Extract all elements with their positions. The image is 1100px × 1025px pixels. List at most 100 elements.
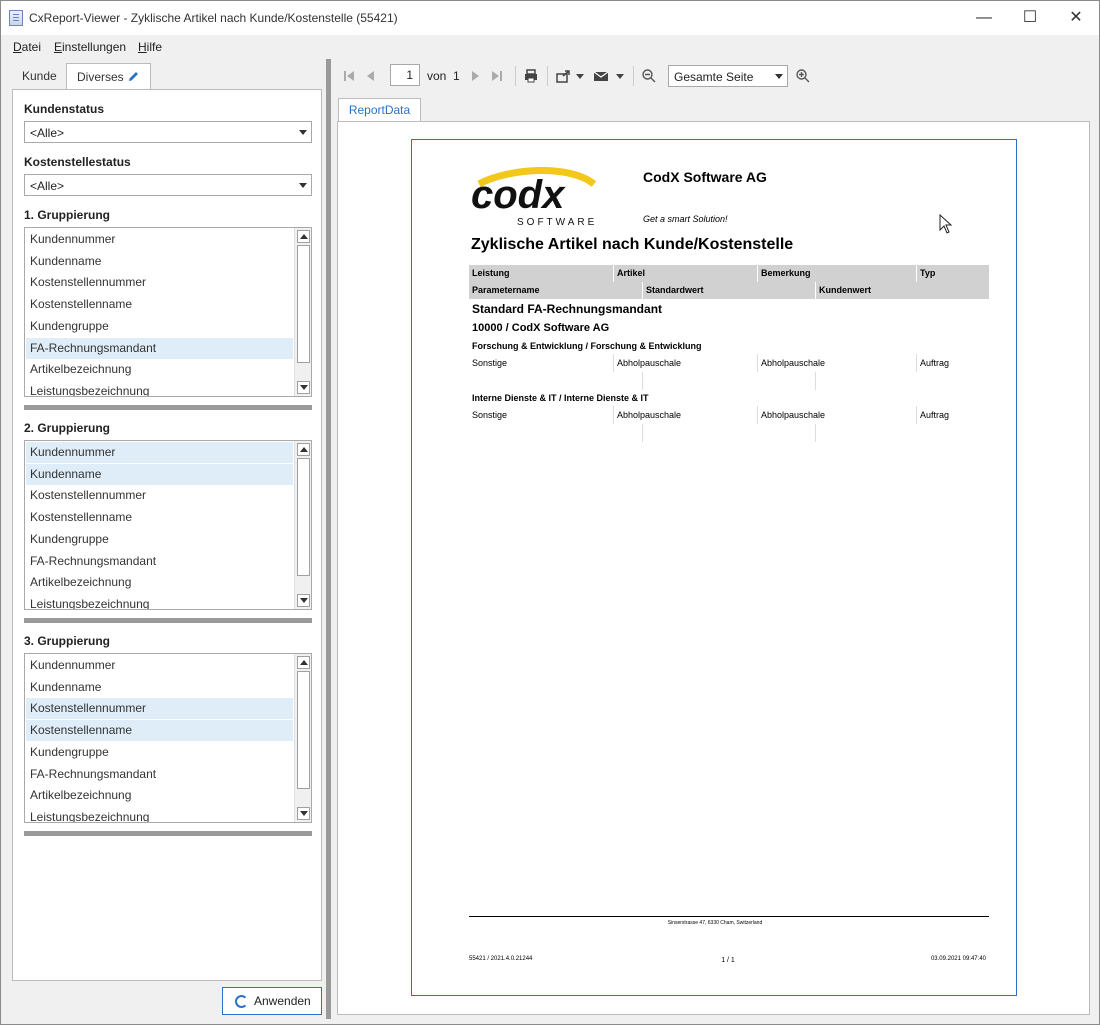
previous-page-icon[interactable]: [363, 68, 379, 84]
scroll-thumb[interactable]: [297, 458, 310, 576]
grouping-1-scrollbar[interactable]: [294, 228, 311, 396]
header-kundenwert: Kundenwert: [819, 285, 872, 295]
company-name: CodX Software AG: [643, 169, 767, 185]
cell-typ: Auftrag: [920, 358, 950, 368]
header-standardwert: Standardwert: [646, 285, 704, 295]
tab-reportdata[interactable]: ReportData: [338, 98, 421, 122]
scroll-down-icon[interactable]: [297, 594, 310, 607]
list-item[interactable]: Leistungsbezeichnung: [26, 807, 293, 822]
menu-datei[interactable]: Datei: [13, 40, 41, 54]
list-item[interactable]: Kostenstellenname: [26, 294, 293, 315]
tab-kunde[interactable]: Kunde: [12, 63, 67, 90]
slogan: Get a smart Solution!: [643, 214, 728, 224]
list-item[interactable]: Kundengruppe: [26, 742, 293, 763]
menu-hilfe[interactable]: Hilfe: [138, 40, 162, 54]
viewer-toolbar: 1 von 1 Gesamte Seite: [337, 63, 1097, 89]
grouping-1-splitter[interactable]: [24, 405, 312, 410]
chevron-down-icon: [299, 183, 307, 188]
menu-einstellungen[interactable]: Einstellungen: [54, 40, 126, 54]
grouping-2-splitter[interactable]: [24, 618, 312, 623]
kundenstatus-select[interactable]: <Alle>: [24, 121, 312, 143]
list-item[interactable]: FA-Rechnungsmandant: [26, 764, 293, 785]
grouping-2-label: 2. Gruppierung: [24, 421, 111, 435]
list-item[interactable]: Kundenname: [26, 251, 293, 272]
cell-leistung: Sonstige: [472, 358, 508, 368]
list-item[interactable]: Kundennummer: [26, 442, 293, 463]
export-dropdown-icon[interactable]: [575, 68, 585, 84]
list-item[interactable]: Artikelbezeichnung: [26, 359, 293, 380]
mail-dropdown-icon[interactable]: [615, 68, 625, 84]
footer-address: Sinserstrasse 47, 6330 Cham, Switzerland: [667, 920, 763, 926]
cell-divider: [815, 424, 816, 442]
scroll-thumb[interactable]: [297, 671, 310, 789]
list-item[interactable]: Leistungsbezeichnung: [26, 594, 293, 609]
close-button[interactable]: ✕: [1053, 1, 1099, 35]
section-title: Interne Dienste & IT / Interne Dienste &…: [472, 393, 649, 403]
cell-bemerkung: Abholpauschale: [761, 358, 826, 368]
grouping-1-label: 1. Gruppierung: [24, 208, 111, 222]
cell-divider: [613, 354, 614, 372]
apply-button[interactable]: Anwenden: [222, 987, 322, 1015]
mail-icon[interactable]: [593, 68, 609, 84]
zoom-out-icon[interactable]: [641, 68, 657, 84]
scroll-up-icon[interactable]: [297, 230, 310, 243]
list-item[interactable]: FA-Rechnungsmandant: [26, 337, 293, 359]
page-number-input[interactable]: 1: [390, 64, 420, 86]
list-item[interactable]: Kostenstellennummer: [26, 272, 293, 293]
panel-splitter[interactable]: [326, 59, 331, 1019]
list-item[interactable]: Kundengruppe: [26, 316, 293, 337]
tab-diverses[interactable]: Diverses: [66, 63, 151, 91]
scroll-up-icon[interactable]: [297, 656, 310, 669]
print-icon[interactable]: [523, 68, 539, 84]
kostenstellestatus-select[interactable]: <Alle>: [24, 174, 312, 196]
minimize-button[interactable]: —: [961, 1, 1007, 35]
list-item[interactable]: Artikelbezeichnung: [26, 572, 293, 593]
list-item[interactable]: Kundennummer: [26, 655, 293, 676]
group-mandant: Standard FA-Rechnungsmandant: [472, 302, 663, 316]
export-icon[interactable]: [555, 68, 571, 84]
grouping-1-list[interactable]: Kundennummer Kundenname Kostenstellennumme…: [24, 227, 312, 397]
page-of-label: von: [427, 69, 447, 83]
cell-divider: [613, 406, 614, 424]
list-item[interactable]: Kostenstellenname: [26, 507, 293, 528]
list-item[interactable]: Leistungsbezeichnung: [26, 381, 293, 396]
cell-divider: [642, 424, 643, 442]
list-item[interactable]: Kostenstellennummer: [26, 485, 293, 506]
list-item[interactable]: Kostenstellennummer: [26, 698, 293, 720]
zoom-select[interactable]: Gesamte Seite: [668, 65, 788, 87]
scroll-thumb[interactable]: [297, 245, 310, 363]
cell-leistung: Sonstige: [472, 410, 508, 420]
scroll-down-icon[interactable]: [297, 807, 310, 820]
app-icon: [9, 10, 23, 26]
toolbar-separator: [547, 66, 548, 86]
grouping-3-scrollbar[interactable]: [294, 654, 311, 822]
header-typ: Typ: [920, 268, 936, 278]
maximize-button[interactable]: ☐: [1007, 1, 1053, 35]
list-item[interactable]: Kundenname: [26, 463, 293, 485]
scroll-down-icon[interactable]: [297, 381, 310, 394]
next-page-icon[interactable]: [467, 68, 483, 84]
grouping-2-scrollbar[interactable]: [294, 441, 311, 609]
window-title: CxReport-Viewer - Zyklische Artikel nach…: [29, 11, 398, 25]
grouping-3-list[interactable]: Kundennummer Kundenname Kostenstellennumme…: [24, 653, 312, 823]
toolbar-separator: [633, 66, 634, 86]
grouping-3-splitter[interactable]: [24, 831, 312, 836]
last-page-icon[interactable]: [489, 68, 505, 84]
header-divider: [916, 265, 917, 282]
list-item[interactable]: Kundengruppe: [26, 529, 293, 550]
first-page-icon[interactable]: [341, 68, 357, 84]
footer-timestamp: 03.09.2021 09:47:40: [930, 956, 986, 962]
header-leistung: Leistung: [472, 268, 510, 278]
grouping-2-list[interactable]: Kundennummer Kundenname Kostenstellennumme…: [24, 440, 312, 610]
filter-panel: Kundenstatus <Alle> Kostenstellestatus <…: [12, 89, 322, 981]
group-customer: 10000 / CodX Software AG: [472, 322, 610, 334]
zoom-in-icon[interactable]: [795, 68, 811, 84]
list-item[interactable]: Artikelbezeichnung: [26, 785, 293, 806]
list-item[interactable]: Kundennummer: [26, 229, 293, 250]
kostenstellestatus-value: <Alle>: [30, 179, 65, 193]
list-item[interactable]: Kostenstellenname: [26, 720, 293, 742]
list-item[interactable]: FA-Rechnungsmandant: [26, 551, 293, 572]
scroll-up-icon[interactable]: [297, 443, 310, 456]
list-item[interactable]: Kundenname: [26, 677, 293, 698]
codx-logo: codx SOFTWARE: [471, 167, 597, 228]
